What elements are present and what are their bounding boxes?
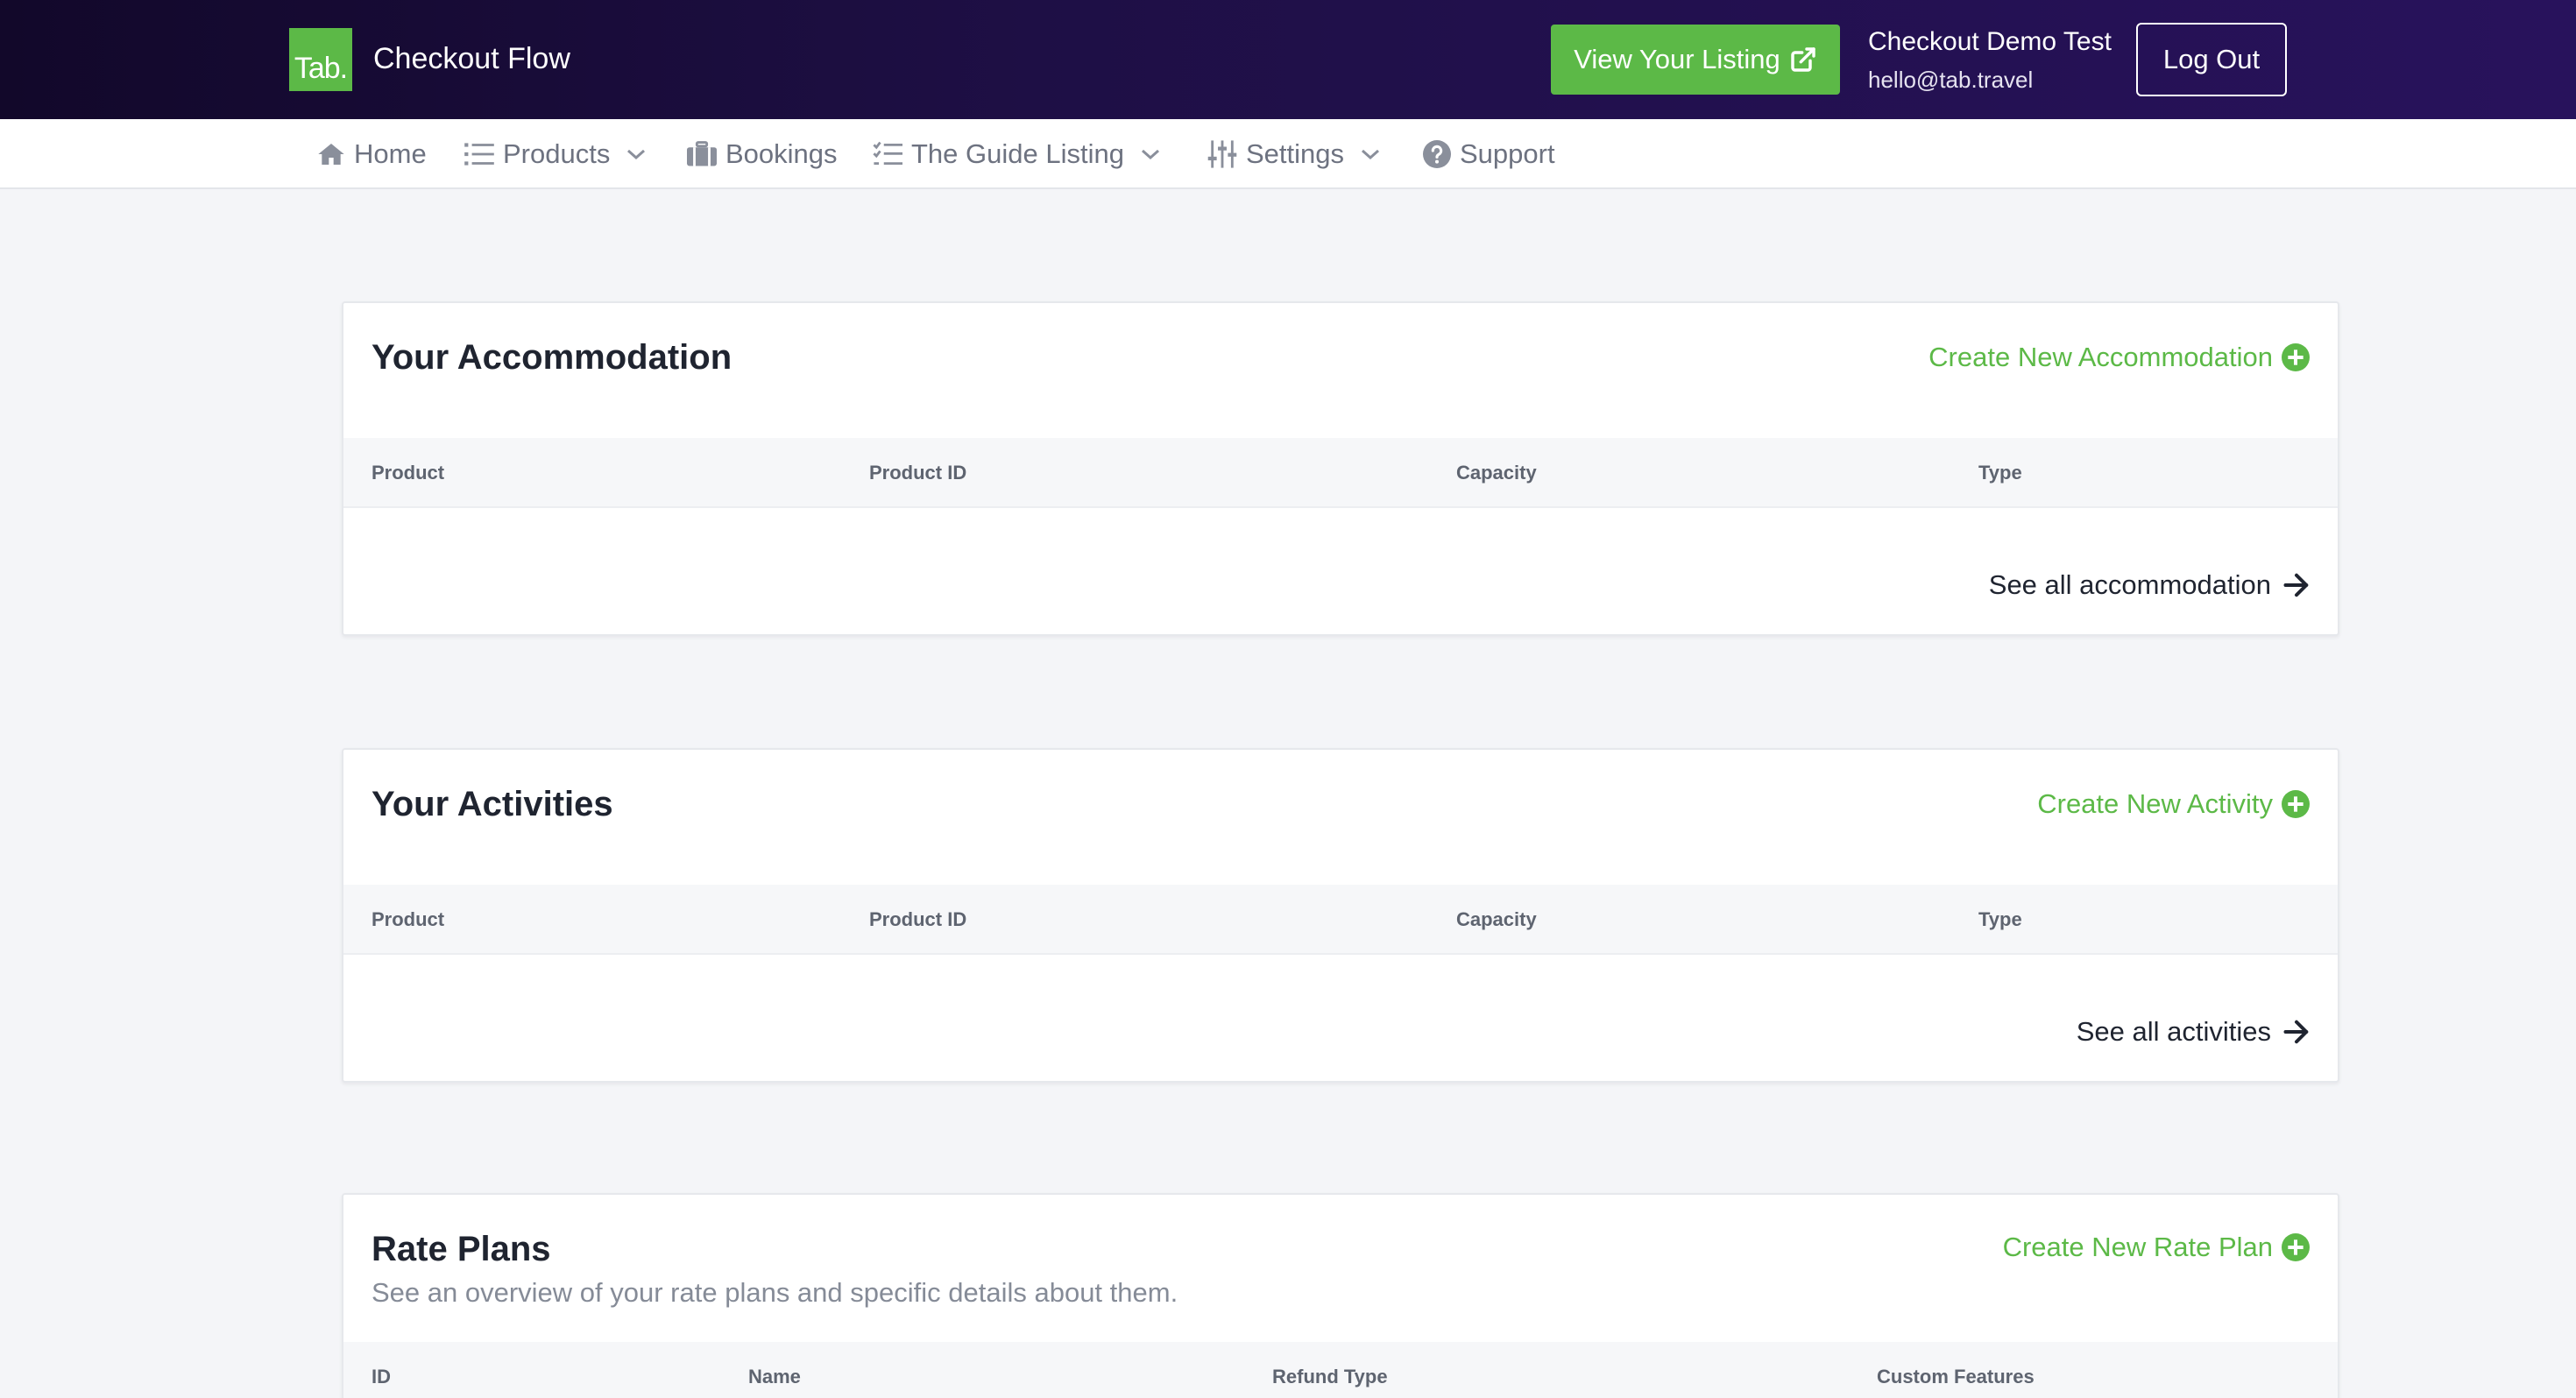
brand-logo-text: Tab.: [294, 52, 348, 85]
plus-circle-icon: [2282, 1233, 2310, 1261]
rate-plans-card: Rate Plans See an overview of your rate …: [342, 1193, 2339, 1398]
column-header-product-id: Product ID: [869, 462, 967, 484]
arrow-right-icon: [2283, 573, 2309, 597]
accommodation-card: Your Accommodation Create New Accommodat…: [342, 301, 2339, 636]
user-name: Checkout Demo Test: [1868, 27, 2112, 56]
nav-item-label: Products: [503, 138, 611, 169]
arrow-right-icon: [2283, 1020, 2309, 1044]
see-all-label: See all activities: [2076, 1016, 2271, 1047]
logout-button[interactable]: Log Out: [2136, 23, 2287, 96]
view-listing-button[interactable]: View Your Listing: [1551, 25, 1840, 95]
create-activity-label: Create New Activity: [2037, 788, 2273, 819]
logout-label: Log Out: [2162, 44, 2261, 74]
nav-item-label: Settings: [1246, 138, 1345, 169]
nav-item-label: Support: [1460, 138, 1555, 169]
see-all-activities-link[interactable]: See all activities: [2077, 1014, 2310, 1049]
create-accommodation-link[interactable]: Create New Accommodation: [1928, 340, 2310, 375]
top-header: Tab. Checkout Flow View Your Listing Che…: [0, 0, 2576, 119]
create-rate-plan-link[interactable]: Create New Rate Plan: [2003, 1230, 2310, 1265]
question-circle-icon: [1423, 140, 1451, 168]
chevron-down-icon: [627, 149, 646, 160]
table-header: ID Name Refund Type Custom Features: [343, 1342, 2338, 1398]
column-header-name: Name: [748, 1366, 801, 1387]
column-header-product-id: Product ID: [869, 908, 967, 930]
nav-item-label: The Guide Listing: [911, 138, 1124, 169]
table-header: Product Product ID Capacity Type: [343, 885, 2338, 955]
see-all-accommodation-link[interactable]: See all accommodation: [1989, 568, 2310, 603]
nav-item-bookings[interactable]: Bookings: [687, 119, 838, 189]
nav-item-products[interactable]: Products: [464, 119, 647, 189]
card-subtitle: See an overview of your rate plans and s…: [372, 1277, 1178, 1308]
column-header-id: ID: [372, 1366, 391, 1387]
table-header: Product Product ID Capacity Type: [343, 438, 2338, 508]
sliders-icon: [1207, 140, 1237, 168]
checklist-icon: [873, 141, 902, 166]
brand-logo[interactable]: Tab.: [289, 28, 352, 91]
luggage-icon: [687, 141, 717, 166]
nav-item-label: Home: [354, 138, 427, 169]
plus-circle-icon: [2282, 790, 2310, 818]
nav-item-guide-listing[interactable]: The Guide Listing: [873, 119, 1161, 189]
activities-card: Your Activities Create New Activity Prod…: [342, 748, 2339, 1083]
create-activity-link[interactable]: Create New Activity: [2037, 787, 2310, 822]
card-title: Your Accommodation: [372, 338, 732, 377]
column-header-capacity: Capacity: [1456, 908, 1537, 930]
chevron-down-icon: [1362, 149, 1380, 160]
card-title: Rate Plans: [372, 1230, 551, 1268]
column-header-type: Type: [1978, 908, 2022, 930]
nav-item-label: Bookings: [725, 138, 838, 169]
chevron-down-icon: [1141, 149, 1159, 160]
nav-item-settings[interactable]: Settings: [1207, 119, 1381, 189]
list-icon: [464, 143, 494, 166]
see-all-label: See all accommodation: [1988, 569, 2271, 600]
column-header-capacity: Capacity: [1456, 462, 1537, 484]
view-listing-label: View Your Listing: [1574, 44, 1780, 74]
home-icon: [318, 144, 344, 165]
user-email: hello@tab.travel: [1868, 67, 2034, 93]
create-rate-plan-label: Create New Rate Plan: [2002, 1232, 2273, 1262]
column-header-product: Product: [372, 462, 445, 484]
nav-item-support[interactable]: Support: [1423, 119, 1555, 189]
app-title: Checkout Flow: [373, 42, 570, 75]
column-header-type: Type: [1978, 462, 2022, 484]
plus-circle-icon: [2282, 343, 2310, 371]
nav-item-home[interactable]: Home: [317, 119, 427, 189]
column-header-product: Product: [372, 908, 445, 930]
create-accommodation-label: Create New Accommodation: [1928, 342, 2273, 372]
column-header-refund-type: Refund Type: [1272, 1366, 1388, 1387]
external-link-icon: [1791, 47, 1815, 72]
card-title: Your Activities: [372, 785, 613, 823]
main-nav: Home Products Bookings The Guide Listing: [0, 119, 2576, 189]
column-header-custom-features: Custom Features: [1877, 1366, 2035, 1387]
